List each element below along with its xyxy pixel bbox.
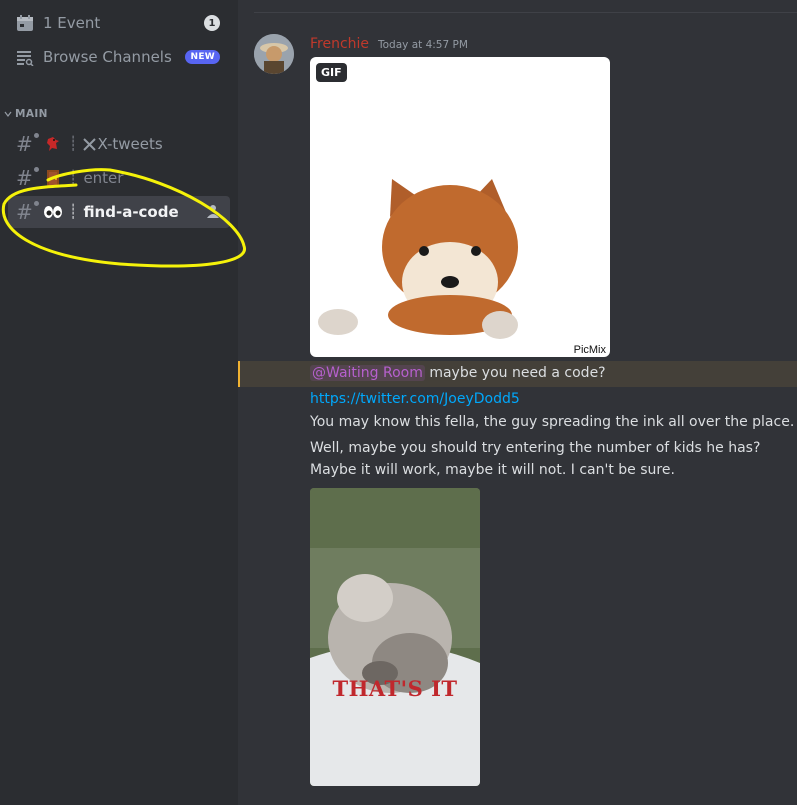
divider: [254, 12, 797, 13]
animal-in-snow-image: [310, 488, 480, 786]
events-count-badge: 1: [204, 15, 220, 31]
channel-x-tweets[interactable]: # ┊ X-tweets: [8, 128, 230, 160]
channel-label: enter: [83, 169, 124, 187]
message-timestamp: Today at 4:57 PM: [378, 39, 468, 51]
avatar[interactable]: [254, 34, 294, 74]
picmix-watermark: PicMix: [573, 344, 606, 356]
cardinal-bird-icon: [43, 134, 63, 154]
chevron-down-icon: [4, 111, 12, 117]
role-mention[interactable]: @Waiting Room: [310, 365, 425, 381]
channel-enter[interactable]: # ┊ enter: [8, 162, 230, 194]
chat-area: Frenchie Today at 4:57 PM GIF PicMix @Wa…: [238, 0, 797, 805]
add-member-icon[interactable]: [206, 204, 220, 222]
channel-label: find-a-code: [83, 203, 179, 221]
mention-message: @Waiting Room maybe you need a code?: [238, 361, 797, 387]
text-channel-icon: #: [16, 166, 39, 190]
channel-sidebar: 1 Event 1 Browse Channels NEW MAIN # ┊ X…: [0, 0, 246, 805]
channel-find-a-code[interactable]: # ┊ find-a-code: [8, 196, 230, 228]
category-label: MAIN: [15, 108, 48, 120]
channel-label: X-tweets: [97, 135, 163, 153]
message-line: Well, maybe you should try entering the …: [310, 440, 761, 456]
mention-line: @Waiting Room maybe you need a code?: [310, 365, 606, 381]
message-line: You may know this fella, the guy spreadi…: [310, 414, 795, 430]
shiba-gif[interactable]: GIF PicMix: [310, 57, 610, 357]
category-main[interactable]: MAIN: [4, 108, 48, 120]
events-label: 1 Event: [43, 14, 101, 32]
browse-channels-icon: [15, 47, 35, 67]
door-icon: [43, 168, 63, 188]
text-channel-icon: #: [16, 200, 39, 224]
mention-rest: maybe you need a code?: [424, 365, 606, 381]
browse-channels-label: Browse Channels: [43, 48, 172, 66]
shiba-dog-image: [318, 179, 518, 339]
calendar-icon: [15, 13, 35, 33]
new-badge: NEW: [185, 50, 220, 64]
twitter-link[interactable]: https://twitter.com/JoeyDodd5: [310, 391, 520, 407]
message-line: Maybe it will work, maybe it will not. I…: [310, 462, 675, 478]
events-row[interactable]: 1 Event 1: [8, 7, 230, 39]
thats-it-gif[interactable]: THAT'S IT: [310, 488, 480, 786]
channel-separator: ┊: [69, 170, 78, 186]
x-logo-icon: [83, 137, 97, 151]
channel-separator: ┊: [69, 204, 78, 220]
browse-channels-row[interactable]: Browse Channels NEW: [8, 41, 230, 73]
eyes-icon: [43, 202, 63, 222]
gif-caption: THAT'S IT: [332, 676, 458, 701]
message-author[interactable]: Frenchie: [310, 36, 369, 52]
text-channel-icon: #: [16, 132, 39, 156]
channel-separator: ┊: [69, 136, 78, 152]
